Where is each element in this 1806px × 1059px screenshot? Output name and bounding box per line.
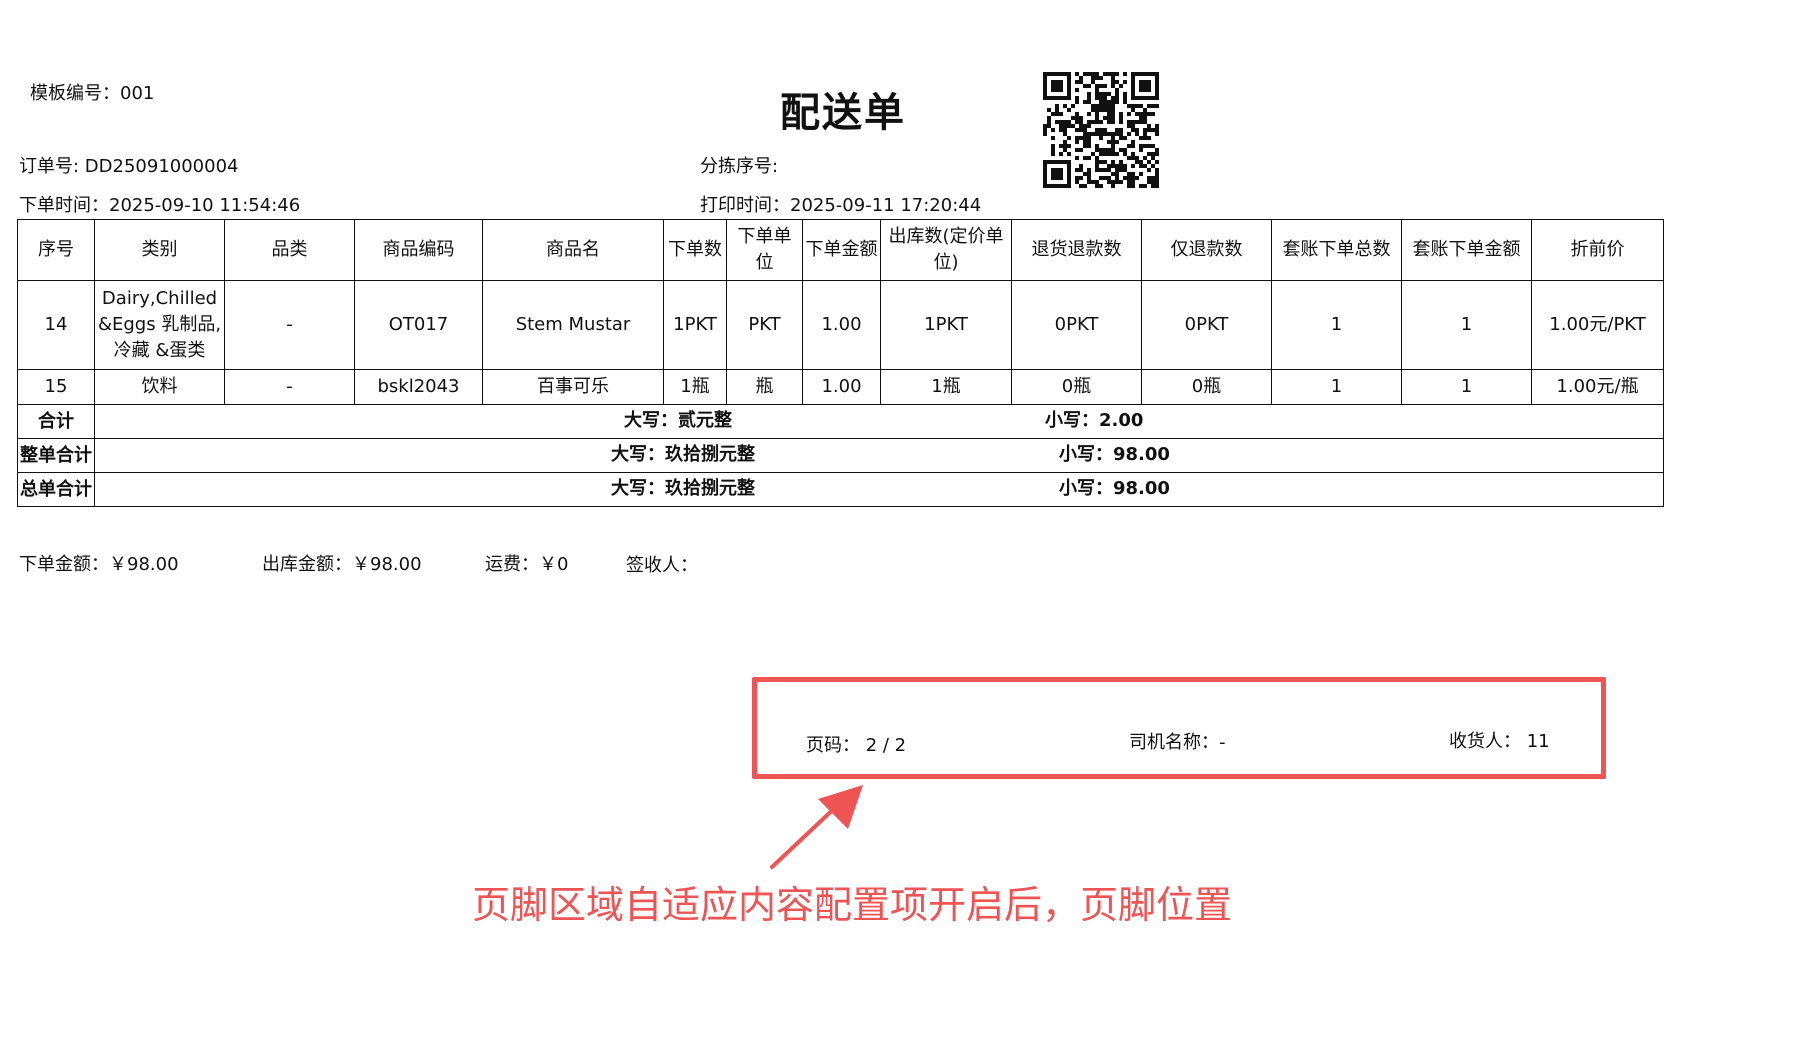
footer-page: 页码： 2 / 2 <box>806 735 907 756</box>
summary-values: 大写：玖拾捌元整 小写：98.00 <box>94 472 1664 507</box>
cell: OT017 <box>354 280 483 370</box>
col-header: 仅退款数 <box>1141 219 1272 281</box>
cell: 1 <box>1401 280 1532 370</box>
cell: PKT <box>726 280 803 370</box>
col-header: 退货退款数 <box>1011 219 1142 281</box>
sort-number: 分拣序号: <box>700 156 779 177</box>
table-row: 15 饮料 - bskl2043 百事可乐 1瓶 瓶 1.00 1瓶 0瓶 0瓶… <box>17 369 1664 405</box>
summary-upper: 大写：贰元整 <box>624 410 732 431</box>
page-title: 配送单 <box>780 90 906 136</box>
summary-row-order-total: 整单合计 大写：玖拾捌元整 小写：98.00 <box>17 438 1664 473</box>
col-header: 折前价 <box>1531 219 1664 281</box>
col-header: 下单单位 <box>726 219 803 281</box>
summary-upper: 大写：玖拾捌元整 <box>611 444 755 465</box>
summary-lower: 小写：98.00 <box>1059 478 1170 499</box>
template-number: 模板编号：001 <box>30 83 155 104</box>
cell: 1 <box>1271 280 1402 370</box>
footer-consignee: 收货人： 11 <box>1449 731 1550 752</box>
cell: 1瓶 <box>663 369 727 405</box>
summary-lower: 小写：98.00 <box>1059 444 1170 465</box>
summary-lower: 小写：2.00 <box>1045 410 1144 431</box>
summary-row-subtotal: 合计 大写：贰元整 小写：2.00 <box>17 404 1664 439</box>
cell: 0瓶 <box>1011 369 1142 405</box>
cell: Dairy,Chilled&Eggs 乳制品,冷藏 &蛋类 <box>94 280 225 370</box>
freight: 运费：￥0 <box>485 554 569 575</box>
cell: 15 <box>17 369 95 405</box>
cell: 1PKT <box>663 280 727 370</box>
delivery-table: 序号 类别 品类 商品编码 商品名 下单数 下单单位 下单金额 出库数(定价单位… <box>17 219 1664 507</box>
cell: 1.00元/瓶 <box>1531 369 1664 405</box>
col-header: 套账下单总数 <box>1271 219 1402 281</box>
receiver-sign: 签收人： <box>626 555 698 576</box>
col-header: 序号 <box>17 219 95 281</box>
order-number: 订单号: DD25091000004 <box>19 156 239 177</box>
summary-label: 整单合计 <box>17 438 95 473</box>
cell: 1PKT <box>880 280 1012 370</box>
annotation-arrow-icon <box>770 785 863 869</box>
cell: 1.00 <box>802 369 881 405</box>
summary-values: 大写：贰元整 小写：2.00 <box>94 404 1664 439</box>
cell: 0PKT <box>1011 280 1142 370</box>
col-header: 商品编码 <box>354 219 483 281</box>
cell: 1 <box>1401 369 1532 405</box>
summary-label: 总单合计 <box>17 472 95 507</box>
cell: 饮料 <box>94 369 225 405</box>
footer-driver: 司机名称：- <box>1129 732 1226 753</box>
cell: 1瓶 <box>880 369 1012 405</box>
order-amount: 下单金额：￥98.00 <box>19 554 179 575</box>
cell: 0瓶 <box>1141 369 1272 405</box>
col-header: 出库数(定价单位) <box>880 219 1012 281</box>
summary-row-grand-total: 总单合计 大写：玖拾捌元整 小写：98.00 <box>17 472 1664 507</box>
summary-label: 合计 <box>17 404 95 439</box>
summary-upper: 大写：玖拾捌元整 <box>611 478 755 499</box>
col-header: 品类 <box>224 219 355 281</box>
col-header: 类别 <box>94 219 225 281</box>
col-header: 下单金额 <box>802 219 881 281</box>
cell: 瓶 <box>726 369 803 405</box>
summary-values: 大写：玖拾捌元整 小写：98.00 <box>94 438 1664 473</box>
cell: 1.00元/PKT <box>1531 280 1664 370</box>
cell: 0PKT <box>1141 280 1272 370</box>
cell: Stem Mustar <box>482 280 664 370</box>
cell: 百事可乐 <box>482 369 664 405</box>
cell: 1.00 <box>802 280 881 370</box>
qr-code-icon <box>1043 72 1159 188</box>
annotation-note: 页脚区域自适应内容配置项开启后，页脚位置 <box>472 883 1233 927</box>
col-header: 下单数 <box>663 219 727 281</box>
cell: 1 <box>1271 369 1402 405</box>
cell: bskl2043 <box>354 369 483 405</box>
order-time: 下单时间：2025-09-10 11:54:46 <box>19 195 301 216</box>
col-header: 商品名 <box>482 219 664 281</box>
cell: - <box>224 280 355 370</box>
cell: 14 <box>17 280 95 370</box>
out-amount: 出库金额：￥98.00 <box>262 554 422 575</box>
table-row: 14 Dairy,Chilled&Eggs 乳制品,冷藏 &蛋类 - OT017… <box>17 280 1664 370</box>
print-time: 打印时间：2025-09-11 17:20:44 <box>700 195 982 216</box>
col-header: 套账下单金额 <box>1401 219 1532 281</box>
cell: - <box>224 369 355 405</box>
table-header-row: 序号 类别 品类 商品编码 商品名 下单数 下单单位 下单金额 出库数(定价单位… <box>17 219 1664 281</box>
